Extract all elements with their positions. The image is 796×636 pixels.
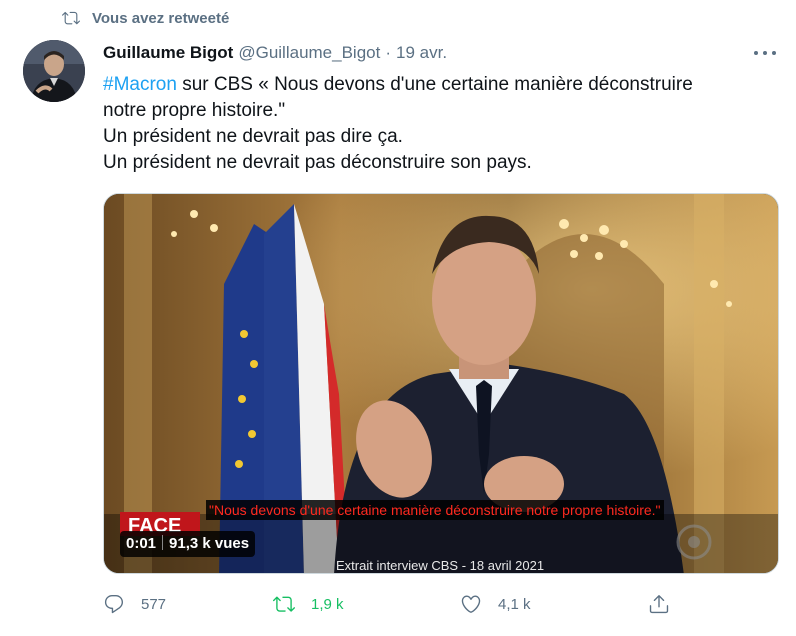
heart-icon — [461, 595, 481, 613]
tweet-text: #Macron sur CBS « Nous devons d'une cert… — [103, 72, 763, 176]
tweet-text-line-4: Un président ne devrait pas déconstruire… — [103, 152, 532, 173]
tweet-text-line-1: #Macron sur CBS « Nous devons d'une cert… — [103, 72, 763, 98]
author-handle[interactable]: @Guillaume_Bigot — [238, 43, 380, 63]
retweet-button[interactable]: 1,9 k — [273, 591, 344, 617]
retweet-icon — [62, 9, 80, 27]
avatar[interactable] — [23, 40, 85, 102]
reply-button[interactable]: 577 — [103, 591, 166, 617]
retweet-context-label: Vous avez retweeté — [92, 9, 230, 27]
retweet-context: Vous avez retweeté — [62, 8, 229, 28]
video-subtitle: "Nous devons d'une certaine manière déco… — [206, 500, 664, 520]
reply-icon — [104, 595, 124, 614]
like-count: 4,1 k — [498, 595, 531, 613]
like-button[interactable]: 4,1 k — [460, 591, 531, 617]
author-name[interactable]: Guillaume Bigot — [103, 43, 233, 63]
video-views: 91,3 k vues — [169, 535, 250, 552]
reply-count: 577 — [141, 595, 167, 613]
header-separator: · — [385, 43, 392, 62]
more-options-icon[interactable] — [754, 44, 776, 62]
share-button[interactable] — [648, 591, 686, 617]
avatar-photo — [23, 40, 85, 102]
tweet-text-line-1-rest: sur CBS « Nous devons d'une certaine man… — [176, 74, 693, 95]
tweet-text-line-3: Un président ne devrait pas dire ça. — [103, 126, 403, 147]
tweet-timestamp[interactable]: 19 avr. — [396, 43, 447, 63]
tweet-text-line-2: notre propre histoire." — [103, 100, 286, 121]
video-time: 0:01 — [126, 535, 157, 552]
tweet-actions: 577 1,9 k 4,1 k — [103, 591, 683, 617]
video-caption: Extrait interview CBS - 18 avril 2021 — [336, 558, 545, 573]
retweet-count: 1,9 k — [311, 595, 344, 613]
share-icon — [649, 595, 669, 614]
tweet-header: Guillaume Bigot @Guillaume_Bigot · 19 av… — [103, 41, 447, 65]
retweet-icon — [273, 596, 295, 612]
hashtag-link[interactable]: #Macron — [103, 74, 177, 95]
video-player[interactable]: FACE "Nous devons d'une certaine manière… — [103, 193, 779, 574]
video-time-views-badge: 0:01 91,3 k vues — [120, 531, 256, 557]
